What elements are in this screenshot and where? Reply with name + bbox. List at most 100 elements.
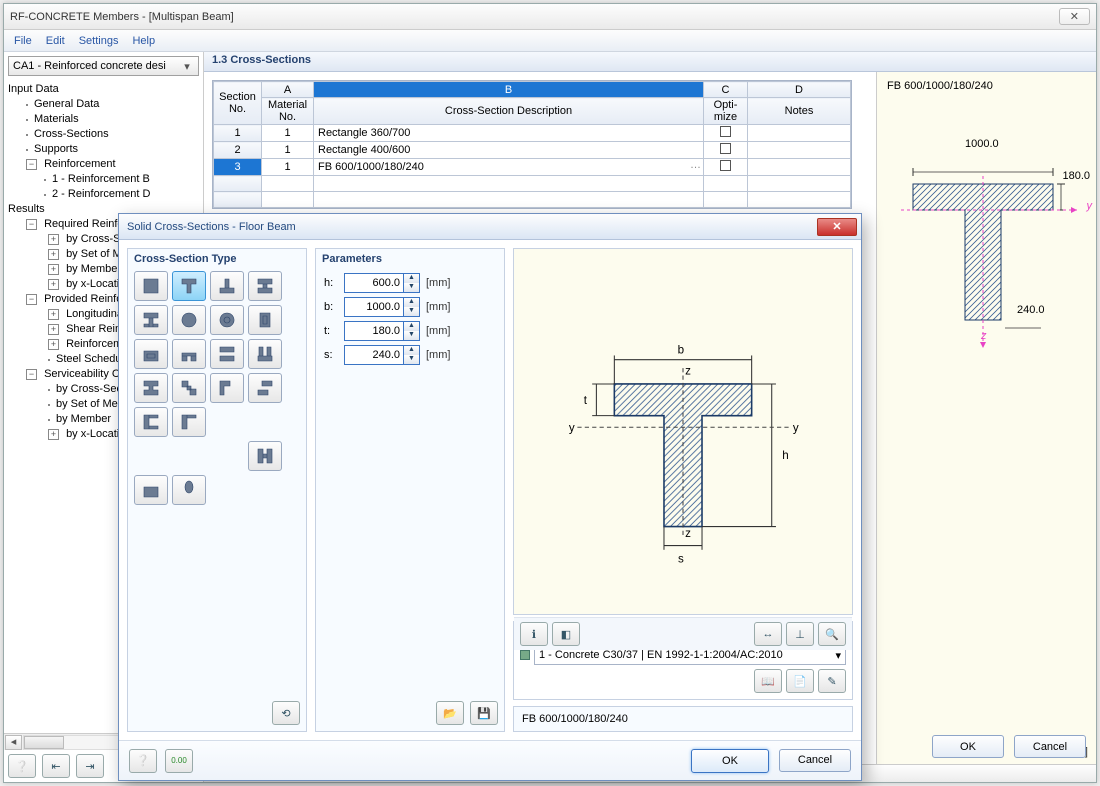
expand-icon[interactable]: +: [48, 429, 59, 440]
cs-shape-5[interactable]: [172, 305, 206, 335]
cs-shape-1[interactable]: [172, 271, 206, 301]
dialog-help-button[interactable]: ❔: [129, 749, 157, 773]
cs-shape-12[interactable]: [134, 373, 168, 403]
cs-shape-7[interactable]: [248, 305, 282, 335]
spin-down-icon[interactable]: ▼: [404, 307, 419, 316]
cs-shape-9[interactable]: [172, 339, 206, 369]
cs-shape-4[interactable]: [134, 305, 168, 335]
spin-up-icon[interactable]: ▲: [404, 298, 419, 307]
col-material-no[interactable]: Material No.: [262, 98, 314, 125]
collapse-icon[interactable]: −: [26, 294, 37, 305]
cs-shape-13[interactable]: [172, 373, 206, 403]
cs-shape-23[interactable]: [248, 441, 282, 471]
stress-button[interactable]: ◧: [552, 622, 580, 646]
col-letter-c[interactable]: C: [704, 82, 748, 98]
nav-prev-button[interactable]: ⇤: [42, 754, 70, 778]
param-value-h[interactable]: [345, 274, 403, 292]
cs-shape-17[interactable]: [172, 407, 206, 437]
cancel-button[interactable]: Cancel: [1014, 735, 1086, 758]
open-button[interactable]: 📂: [436, 701, 464, 725]
expand-icon[interactable]: +: [48, 339, 59, 350]
spin-up-icon[interactable]: ▲: [404, 322, 419, 331]
tree-reinf-b[interactable]: 1 - Reinforcement B: [8, 172, 197, 187]
menu-settings[interactable]: Settings: [79, 35, 119, 47]
case-combo[interactable]: CA1 - Reinforced concrete desi ▾: [8, 56, 199, 76]
param-value-b[interactable]: [345, 298, 403, 316]
info-button[interactable]: ℹ: [520, 622, 548, 646]
param-input-h[interactable]: ▲▼: [344, 273, 420, 293]
param-input-b[interactable]: ▲▼: [344, 297, 420, 317]
cs-shape-11[interactable]: [248, 339, 282, 369]
expand-icon[interactable]: +: [48, 324, 59, 335]
expand-icon[interactable]: +: [48, 279, 59, 290]
tree-input-data[interactable]: Input Data: [8, 82, 197, 97]
col-letter-a[interactable]: A: [262, 82, 314, 98]
ellipsis-button[interactable]: …: [690, 159, 701, 171]
cs-shape-25[interactable]: [172, 475, 206, 505]
param-value-s[interactable]: [345, 346, 403, 364]
expand-icon[interactable]: +: [48, 249, 59, 260]
dialog-close-button[interactable]: ✕: [817, 218, 857, 236]
spin-down-icon[interactable]: ▼: [404, 331, 419, 340]
collapse-icon[interactable]: −: [26, 219, 37, 230]
checkbox[interactable]: [720, 126, 731, 137]
col-section-no[interactable]: Section No.: [214, 82, 262, 125]
menu-edit[interactable]: Edit: [46, 35, 65, 47]
table-row[interactable]: 1 1 Rectangle 360/700: [214, 125, 851, 142]
tree-materials[interactable]: Materials: [8, 112, 197, 127]
cs-shape-2[interactable]: [210, 271, 244, 301]
table-row[interactable]: 2 1 Rectangle 400/600: [214, 142, 851, 159]
cs-shape-16[interactable]: [134, 407, 168, 437]
spin-down-icon[interactable]: ▼: [404, 355, 419, 364]
menu-help[interactable]: Help: [132, 35, 155, 47]
table-row-selected[interactable]: 3 1 FB 600/1000/180/240…: [214, 159, 851, 176]
tree-reinforcement[interactable]: − Reinforcement: [8, 157, 197, 172]
tree-supports[interactable]: Supports: [8, 142, 197, 157]
spin-down-icon[interactable]: ▼: [404, 283, 419, 292]
dialog-details-button[interactable]: 0.00: [165, 749, 193, 773]
tree-reinf-d[interactable]: 2 - Reinforcement D: [8, 187, 197, 202]
cs-shape-10[interactable]: [210, 339, 244, 369]
expand-icon[interactable]: +: [48, 309, 59, 320]
checkbox[interactable]: [720, 143, 731, 154]
collapse-icon[interactable]: −: [26, 159, 37, 170]
param-input-s[interactable]: ▲▼: [344, 345, 420, 365]
cross-sections-grid[interactable]: Section No. A B C D Material No. Cross-S…: [212, 80, 852, 209]
collapse-icon[interactable]: −: [26, 369, 37, 380]
dialog-ok-button[interactable]: OK: [691, 749, 769, 773]
col-letter-b[interactable]: B: [314, 82, 704, 98]
tree-cross-sections[interactable]: Cross-Sections: [8, 127, 197, 142]
table-row[interactable]: [214, 192, 851, 208]
axes-toggle-button[interactable]: ⊥: [786, 622, 814, 646]
col-letter-d[interactable]: D: [748, 82, 851, 98]
dialog-cancel-button[interactable]: Cancel: [779, 749, 851, 772]
checkbox[interactable]: [720, 160, 731, 171]
col-notes[interactable]: Notes: [748, 98, 851, 125]
param-value-t[interactable]: [345, 322, 403, 340]
table-row[interactable]: [214, 176, 851, 192]
ok-button[interactable]: OK: [932, 735, 1004, 758]
save-button[interactable]: 💾: [470, 701, 498, 725]
cs-shape-15[interactable]: [248, 373, 282, 403]
col-optimize[interactable]: Opti- mize: [704, 98, 748, 125]
material-library-button[interactable]: 📖: [754, 669, 782, 693]
help-button[interactable]: ❔: [8, 754, 36, 778]
col-desc[interactable]: Cross-Section Description: [314, 98, 704, 125]
material-edit-button[interactable]: ✎: [818, 669, 846, 693]
cs-shape-6[interactable]: [210, 305, 244, 335]
cs-shape-14[interactable]: [210, 373, 244, 403]
zoom-button[interactable]: 🔍: [818, 622, 846, 646]
spin-up-icon[interactable]: ▲: [404, 346, 419, 355]
menu-file[interactable]: File: [14, 35, 32, 47]
material-new-button[interactable]: 📄: [786, 669, 814, 693]
cs-shape-24[interactable]: [134, 475, 168, 505]
cs-shape-0[interactable]: [134, 271, 168, 301]
cs-shape-3[interactable]: [248, 271, 282, 301]
expand-icon[interactable]: +: [48, 264, 59, 275]
cs-import-button[interactable]: ⟲: [272, 701, 300, 725]
cs-shape-8[interactable]: [134, 339, 168, 369]
nav-next-button[interactable]: ⇥: [76, 754, 104, 778]
scroll-thumb[interactable]: [24, 736, 64, 749]
scroll-left-icon[interactable]: ◂: [5, 735, 22, 750]
window-close-button[interactable]: ✕: [1059, 8, 1090, 25]
